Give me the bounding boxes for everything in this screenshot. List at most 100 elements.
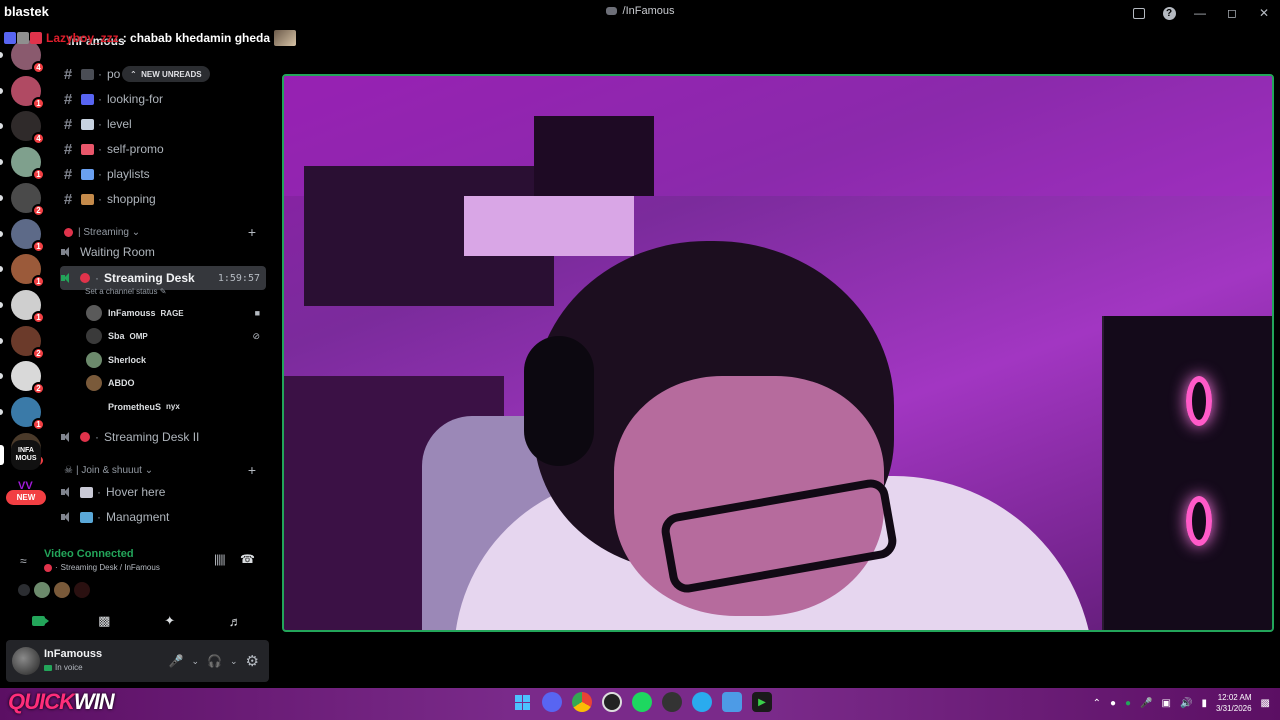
text-channel[interactable]: # · shopping (60, 188, 266, 210)
unread-indicator (0, 194, 3, 201)
mention-badge: 4 (32, 61, 45, 74)
server-icon[interactable]: 2 (11, 361, 45, 396)
voice-member[interactable]: ABDO (86, 373, 266, 393)
headphones-icon[interactable]: 🎧 (207, 654, 222, 668)
channel-name: Managment (106, 510, 170, 524)
text-channel[interactable]: # · playlists (60, 163, 266, 185)
text-channel[interactable]: # · looking-for (60, 88, 266, 110)
voice-channel-hover-here[interactable]: · Hover here (60, 481, 266, 503)
mic-icon[interactable]: 🎤 (169, 654, 184, 668)
channel-name: po (107, 67, 121, 81)
activities-button[interactable]: ✦ (142, 610, 198, 632)
window-title-text: /InFamous (622, 5, 675, 17)
chevron-up-icon[interactable]: ⌃ (1093, 698, 1101, 709)
channel-name: looking-for (107, 92, 164, 106)
chevron-down-icon: ⌄ (131, 226, 141, 238)
category-streaming[interactable]: | Streaming ⌄ + (64, 224, 264, 240)
avatar[interactable] (12, 647, 40, 675)
video-bottles (534, 116, 654, 196)
spotify-icon[interactable] (632, 692, 652, 712)
text-channel[interactable]: # · self-promo (60, 138, 266, 160)
voice-status-subtitle[interactable]: · Streaming Desk / InFamous (44, 563, 160, 572)
app-tray-icon[interactable]: ● (1110, 698, 1116, 709)
voice-member[interactable]: InFamouss RAGE ■ (86, 303, 266, 323)
mic-icon[interactable]: 🎤 (1140, 698, 1152, 709)
server-icon[interactable]: 2 (11, 182, 45, 217)
add-channel-icon[interactable]: + (248, 462, 256, 478)
disconnect-icon[interactable]: ☎ (240, 552, 255, 566)
obs-icon[interactable] (602, 692, 622, 712)
windows-icon (514, 694, 530, 710)
server-infamous[interactable]: INFA MOUS (11, 440, 41, 470)
avatar[interactable] (74, 582, 90, 598)
noise-suppression-icon[interactable]: ||||| (214, 552, 226, 566)
server-icon[interactable]: 1 (11, 254, 45, 289)
video-fan-ring (1186, 376, 1212, 426)
text-channel[interactable]: # · level (60, 113, 266, 135)
server-icon[interactable]: 1 (11, 75, 45, 110)
maximize-button[interactable]: ◻ (1216, 1, 1248, 25)
channel-status-text: Set a channel status (85, 287, 158, 296)
category-label: | Streaming (78, 226, 129, 238)
category-join[interactable]: ☠ | Join & shuuut ⌄ + (64, 462, 264, 478)
unread-indicator (0, 123, 3, 130)
server-icon[interactable]: 1 (11, 147, 45, 182)
status-tray-icon[interactable]: ● (1125, 698, 1131, 709)
video-stream[interactable] (282, 74, 1274, 632)
user-status: In voice (44, 663, 83, 672)
mention-badge: 2 (32, 346, 45, 360)
member-tag: RAGE (160, 308, 184, 318)
close-button[interactable]: ✕ (1248, 1, 1280, 25)
inbox-button[interactable] (1124, 1, 1154, 25)
voice-channel-streaming-desk-2[interactable]: · Streaming Desk II (60, 426, 266, 448)
channel-name: Streaming Desk II (104, 430, 200, 444)
chevron-down-icon[interactable]: ⌄ (230, 656, 238, 667)
clock-date: 3/31/2026 (1215, 704, 1252, 713)
server-icon[interactable]: 1 (11, 397, 45, 431)
server-icon[interactable]: 1 (11, 218, 45, 253)
voice-status-title[interactable]: Video Connected (44, 548, 134, 560)
help-button[interactable]: ? (1154, 1, 1184, 25)
stream-overlay-name: blastek (4, 4, 49, 19)
server-icon[interactable]: 1 (11, 289, 45, 324)
new-unreads-button[interactable]: ⌃ NEW UNREADS (122, 66, 210, 82)
selected-server-indicator (0, 445, 4, 465)
channel-status[interactable]: Set a channel status ✎ (85, 287, 166, 296)
member-name: ABDO (108, 378, 135, 389)
user-name[interactable]: InFamouss (44, 648, 102, 660)
voice-member[interactable]: Sherlock (86, 350, 266, 370)
server-icon[interactable]: 4 (11, 111, 45, 146)
notification-icon[interactable]: ▩ (1261, 698, 1270, 709)
chrome-icon[interactable] (572, 692, 592, 712)
mention-badge: 2 (32, 382, 45, 396)
display-icon[interactable] (722, 692, 742, 712)
start-button[interactable] (512, 692, 532, 712)
clock[interactable]: 12:02 AM 3/31/2026 (1216, 692, 1252, 714)
avatar[interactable] (34, 582, 50, 598)
screen-share-button[interactable]: ▩ (76, 610, 132, 632)
terminal-icon[interactable]: ▶ (752, 692, 772, 712)
telegram-icon[interactable] (692, 692, 712, 712)
voice-member[interactable]: PrometheuS nyx (86, 397, 266, 417)
channel-name: level (107, 117, 132, 131)
minimize-button[interactable]: — (1184, 1, 1216, 25)
mention-badge: 1 (32, 310, 45, 324)
new-servers-pill[interactable]: NEW (6, 490, 46, 505)
camera-button[interactable] (11, 610, 67, 632)
voice-member[interactable]: Sba OMP ⊘ (86, 326, 266, 346)
signal-icon[interactable]: ≈ (20, 554, 27, 568)
avatar[interactable] (54, 582, 70, 598)
discord-taskbar-icon[interactable] (542, 692, 562, 712)
server-icon[interactable]: 2 (11, 325, 45, 360)
eyes-icon (80, 486, 93, 498)
battery-icon[interactable]: ▮ (1201, 698, 1207, 709)
gear-icon[interactable]: ⚙ (246, 652, 259, 670)
volume-icon[interactable]: 🔊 (1180, 698, 1192, 709)
chevron-down-icon[interactable]: ⌄ (192, 656, 200, 667)
network-icon[interactable]: ▣ (1162, 698, 1171, 709)
voice-channel-managment[interactable]: · Managment (60, 506, 266, 528)
steam-icon[interactable] (662, 692, 682, 712)
voice-channel-waiting-room[interactable]: Waiting Room (60, 241, 266, 263)
soundboard-button[interactable]: ♬ (207, 610, 263, 632)
add-channel-icon[interactable]: + (248, 224, 256, 240)
